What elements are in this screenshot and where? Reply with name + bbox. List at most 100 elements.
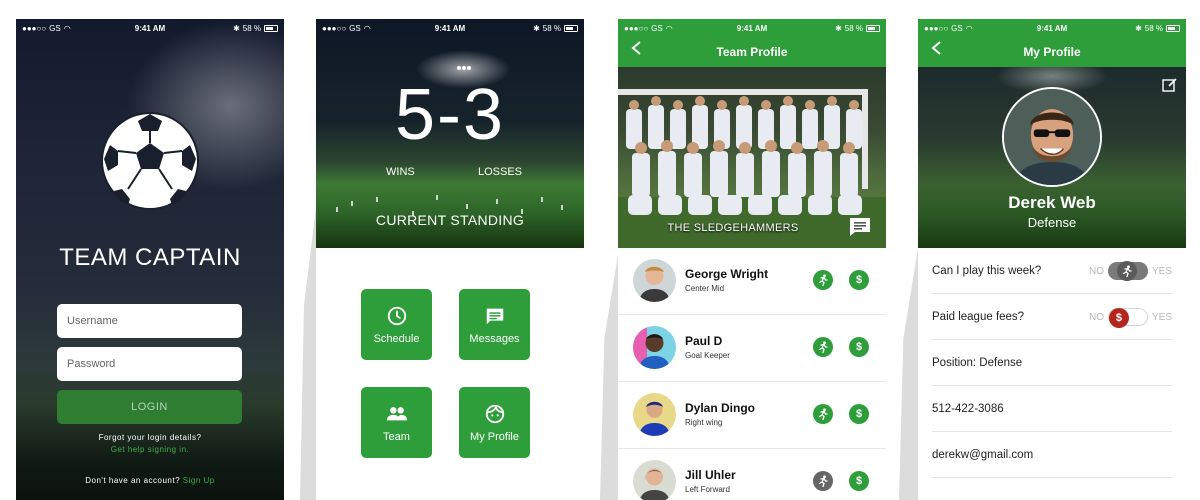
signup-link[interactable]: Sign Up [183,476,215,485]
fees-row: Paid league fees? NO $ YES [932,294,1172,340]
app-showcase: ●●●○○GS◠ 9:41 AM ✱58 % TEAM CAPTAIN LOGI… [0,0,1200,500]
availability-icon[interactable] [813,471,833,491]
email-text[interactable]: derekw@gmail.com [932,449,1033,461]
schedule-tile[interactable]: Schedule [361,289,432,360]
status-bar: ●●●○○ GS ◠ 9:41 AM ✱ 58 % [918,19,1186,37]
player-name: Paul D [685,334,723,348]
roster-list: George Wright Center Mid $ Paul D Goal K… [618,248,886,500]
carrier-label: GS [951,23,963,33]
my-profile-tile[interactable]: My Profile [459,387,530,458]
list-item[interactable]: Jill Uhler Left Forward $ [618,449,886,500]
tile-label: Messages [469,332,520,345]
wins-label: WINS [386,166,415,178]
profile-hero: Derek Web Defense [918,67,1186,248]
list-item[interactable]: Paul D Goal Keeper $ [618,315,886,382]
bluetooth-icon: ✱ [233,23,240,33]
team-icon [386,406,407,420]
availability-icon[interactable] [813,270,833,290]
avatar [633,259,676,302]
email-row: derekw@gmail.com [932,432,1172,478]
no-label: NO [1088,265,1104,277]
player-position: Goal Keeper [685,351,730,360]
forgot-login-text: Forgot your login details? [98,433,202,442]
signal-icon: ●●●○○ [624,23,649,33]
login-screen: ●●●○○GS◠ 9:41 AM ✱58 % TEAM CAPTAIN LOGI… [16,19,284,500]
player-name: Dylan Dingo [685,401,756,415]
fees-paid-icon[interactable]: $ [849,471,869,491]
page-title: Team Profile [716,45,788,59]
list-item[interactable]: George Wright Center Mid $ [618,248,886,315]
status-time: 9:41 AM [434,23,466,33]
availability-row: Can I play this week? NO YES [932,248,1172,294]
list-item[interactable]: Dylan Dingo Right wing $ [618,382,886,449]
team-photo [618,67,886,248]
dollar-icon: $ [1108,308,1129,328]
bluetooth-icon: ✱ [835,23,842,33]
battery-label: 58 % [542,23,561,33]
player-position: Left Forward [685,485,730,494]
battery-icon [866,24,880,32]
profile-position: Defense [1027,215,1077,230]
wifi-icon: ◠ [965,23,973,33]
player-name: Jill Uhler [685,468,736,482]
app-title: TEAM CAPTAIN [59,244,241,271]
edit-icon[interactable] [1162,77,1178,93]
status-time: 9:41 AM [1036,23,1068,33]
play-question: Can I play this week? [932,264,1042,277]
carrier-label: GS [49,23,61,33]
standing-screen: 5-3 WINS LOSSES CURRENT STANDING ●●●○○ GS… [316,19,584,500]
fees-paid-icon[interactable]: $ [849,337,869,357]
profile-name: Derek Web [1008,193,1096,212]
profile-photo [1002,87,1102,187]
wifi-icon: ◠ [63,23,71,33]
username-input[interactable] [57,304,242,338]
availability-toggle-group: NO YES [1088,261,1172,281]
runner-icon [818,274,828,286]
status-bar: ●●●○○ GS ◠ 9:41 AM ✱ 58 % [316,19,584,37]
message-icon [486,308,503,324]
availability-icon[interactable] [813,404,833,424]
face-icon [485,404,504,423]
fees-toggle[interactable]: $ [1107,308,1148,328]
bluetooth-icon: ✱ [1135,23,1142,33]
wifi-icon: ◠ [665,23,673,33]
yes-label: YES [1151,311,1172,323]
bluetooth-icon: ✱ [533,23,540,33]
team-profile-screen: ●●●○○ GS ◠ 9:41 AM ✱ 58 % Team Profile T… [618,19,886,500]
tile-label: Schedule [373,332,420,345]
page-title: My Profile [1023,45,1081,59]
signal-icon: ●●●○○ [924,23,949,33]
runner-icon [818,408,828,420]
runner-icon [1116,261,1137,281]
status-bar: ●●●○○ GS ◠ 9:41 AM ✱ 58 % [618,19,886,37]
score-display: 5-3 [394,75,506,155]
avatar [633,326,676,369]
availability-icon[interactable] [813,337,833,357]
login-button[interactable]: LOGIN [57,390,242,424]
fees-paid-icon[interactable]: $ [849,404,869,424]
app-bar: ●●●○○ GS ◠ 9:41 AM ✱ 58 % Team Profile [618,19,886,67]
team-name: THE SLEDGEHAMMERS [667,222,799,234]
tile-label: Team [383,430,410,443]
fees-question: Paid league fees? [932,310,1025,323]
availability-toggle[interactable] [1107,261,1148,281]
signup-prompt: Don't have an account? [85,476,181,485]
battery-label: 58 % [844,23,863,33]
team-chat-icon[interactable] [849,217,871,237]
messages-tile[interactable]: Messages [459,289,530,360]
position-row: Position: Defense [932,340,1172,386]
team-tile[interactable]: Team [361,387,432,458]
losses-label: LOSSES [478,166,523,178]
signal-icon: ●●●○○ [22,23,47,33]
signup-line: Don't have an account? Sign Up [16,476,284,485]
phone-text[interactable]: 512-422-3086 [932,403,1004,415]
runner-icon [818,341,828,353]
password-input[interactable] [57,347,242,381]
battery-icon [1166,24,1180,32]
signal-icon: ●●●○○ [322,23,347,33]
my-profile-screen: ●●●○○ GS ◠ 9:41 AM ✱ 58 % My Profile Derek … [918,19,1186,500]
help-signing-in-link[interactable]: Get help signing in. [16,445,284,454]
team-players-illustration [618,89,886,248]
fees-paid-icon[interactable]: $ [849,270,869,290]
standing-caption: CURRENT STANDING [375,212,525,228]
